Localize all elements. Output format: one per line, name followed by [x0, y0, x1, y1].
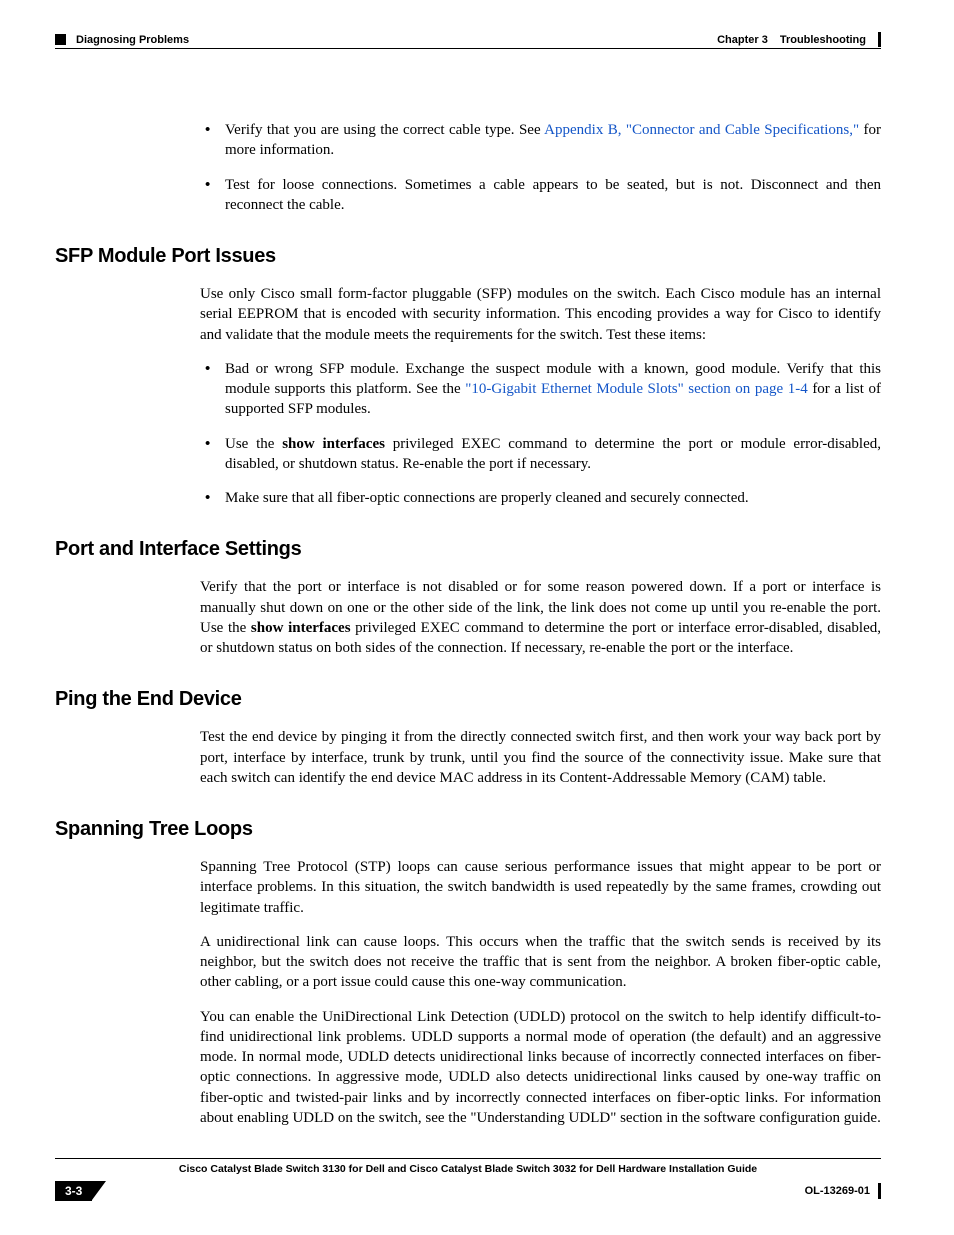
list-item: Test for loose connections. Sometimes a … — [200, 175, 881, 216]
footer-rule — [55, 1158, 881, 1159]
list-item: Use the show interfaces privileged EXEC … — [200, 434, 881, 475]
intro-bullet-list: Verify that you are using the correct ca… — [200, 120, 881, 215]
footer-info: 3-3 OL-13269-01 — [55, 1181, 881, 1201]
heading-stp: Spanning Tree Loops — [55, 818, 881, 841]
footer-right: OL-13269-01 — [805, 1183, 881, 1199]
paragraph: A unidirectional link can cause loops. T… — [200, 932, 881, 993]
bullet-text: Use the — [225, 436, 282, 452]
header-right: Chapter 3 Troubleshooting — [717, 32, 881, 47]
command-text: show interfaces — [282, 436, 385, 452]
section-name: Diagnosing Problems — [76, 34, 189, 46]
command-text: show interfaces — [251, 620, 351, 636]
header-left: Diagnosing Problems — [55, 34, 189, 46]
header-rule — [55, 48, 881, 49]
heading-sfp: SFP Module Port Issues — [55, 245, 881, 268]
bullet-text: Make sure that all fiber-optic connectio… — [225, 490, 749, 506]
paragraph: Test the end device by pinging it from t… — [200, 727, 881, 788]
list-item: Bad or wrong SFP module. Exchange the su… — [200, 359, 881, 420]
footer-title: Cisco Catalyst Blade Switch 3130 for Del… — [55, 1163, 881, 1175]
list-item: Verify that you are using the correct ca… — [200, 120, 881, 161]
page-header: Diagnosing Problems Chapter 3 Troublesho… — [55, 32, 881, 47]
heading-ping: Ping the End Device — [55, 688, 881, 711]
chapter-label: Chapter 3 — [717, 34, 768, 46]
bullet-text: Test for loose connections. Sometimes a … — [225, 177, 881, 213]
page-number: 3-3 — [55, 1181, 92, 1201]
paragraph: Use only Cisco small form-factor pluggab… — [200, 284, 881, 345]
paragraph: You can enable the UniDirectional Link D… — [200, 1007, 881, 1129]
list-item: Make sure that all fiber-optic connectio… — [200, 488, 881, 508]
page-footer: Cisco Catalyst Blade Switch 3130 for Del… — [55, 1158, 881, 1201]
paragraph: Verify that the port or interface is not… — [200, 577, 881, 658]
doc-number: OL-13269-01 — [805, 1185, 870, 1197]
chapter-title: Troubleshooting — [780, 34, 866, 46]
footer-bar-icon — [878, 1183, 881, 1199]
link-appendix-b[interactable]: Appendix B, "Connector and Cable Specifi… — [544, 122, 859, 138]
header-bar-icon — [878, 32, 881, 47]
link-module-slots[interactable]: "10-Gigabit Ethernet Module Slots" secti… — [465, 381, 807, 397]
page-content: Verify that you are using the correct ca… — [55, 100, 881, 1142]
paragraph: Spanning Tree Protocol (STP) loops can c… — [200, 857, 881, 918]
bullet-text: Verify that you are using the correct ca… — [225, 122, 544, 138]
sfp-bullet-list: Bad or wrong SFP module. Exchange the su… — [200, 359, 881, 509]
heading-port-settings: Port and Interface Settings — [55, 538, 881, 561]
header-square-icon — [55, 34, 66, 45]
